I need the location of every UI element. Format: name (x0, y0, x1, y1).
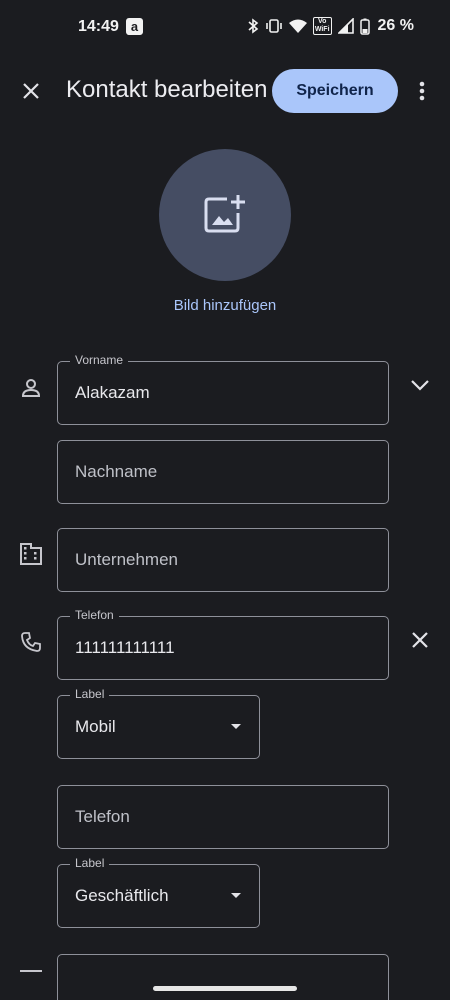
remove-phone-button[interactable] (406, 626, 434, 654)
email-field[interactable] (57, 954, 389, 1000)
phone-type-select[interactable]: Label Mobil (57, 687, 260, 759)
last-name-placeholder: Nachname (75, 462, 158, 481)
signal-icon (337, 18, 354, 34)
vowifi-icon: Vo WiFi (312, 17, 332, 35)
more-options-button[interactable] (408, 74, 436, 108)
vibrate-icon (265, 18, 283, 34)
status-bar: 14:49 a Vo WiFi 26 % (0, 0, 450, 56)
status-icons: Vo WiFi 26 % (247, 17, 414, 35)
close-icon (23, 83, 39, 99)
bluetooth-icon (247, 18, 259, 34)
add-photo-icon (204, 195, 245, 233)
battery-icon (359, 18, 370, 35)
save-button[interactable]: Speichern (272, 69, 398, 113)
phone-2-placeholder: Telefon (75, 807, 130, 826)
notification-icon: a (126, 18, 143, 35)
page-title: Kontakt bearbeiten (66, 76, 268, 103)
dropdown-arrow-icon (231, 893, 241, 898)
phone-type-value: Mobil (75, 717, 116, 736)
battery-percent: 26 % (377, 17, 414, 34)
phone-icon (18, 629, 44, 655)
phone-2-type-value: Geschäftlich (75, 886, 169, 905)
phone-type-label: Label (70, 687, 110, 701)
phone-field-2[interactable]: Telefon (57, 785, 389, 849)
close-icon (412, 632, 428, 648)
company-icon (18, 541, 44, 567)
email-icon (20, 970, 42, 972)
phone-2-type-label: Label (70, 856, 110, 870)
company-placeholder: Unternehmen (75, 550, 179, 569)
company-field[interactable]: Unternehmen (57, 528, 389, 592)
chevron-down-icon (411, 380, 429, 391)
dropdown-arrow-icon (231, 724, 241, 729)
person-icon (18, 375, 44, 401)
add-photo-link[interactable]: Bild hinzufügen (0, 297, 450, 314)
first-name-value: Alakazam (75, 383, 150, 402)
phone-value: 111111111111 (75, 638, 175, 657)
first-name-field[interactable]: Vorname Alakazam (57, 353, 389, 425)
phone-2-type-select[interactable]: Label Geschäftlich (57, 856, 260, 928)
status-time: 14:49 (78, 18, 119, 35)
app-bar: Kontakt bearbeiten Speichern (0, 60, 450, 124)
phone-label: Telefon (70, 608, 119, 622)
last-name-field[interactable]: Nachname (57, 440, 389, 504)
wifi-icon (288, 19, 307, 33)
phone-field[interactable]: Telefon 111111111111 (57, 608, 389, 680)
expand-name-button[interactable] (406, 371, 434, 399)
navigation-handle[interactable] (153, 986, 297, 991)
close-button[interactable] (14, 74, 48, 108)
first-name-label: Vorname (70, 353, 129, 367)
contact-photo[interactable] (159, 149, 291, 281)
more-vert-icon (419, 81, 425, 101)
